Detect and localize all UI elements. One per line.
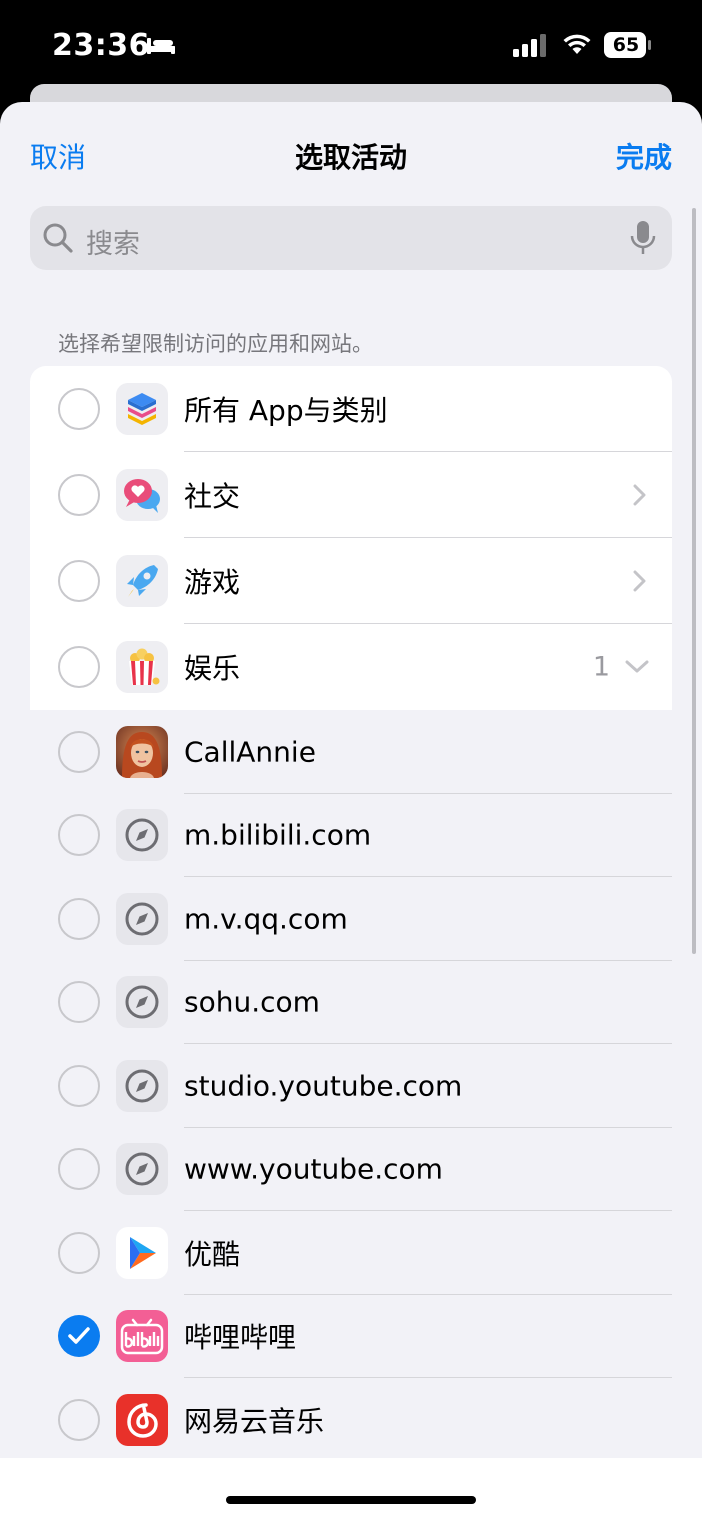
home-indicator-area (0, 1458, 702, 1519)
search-icon (43, 223, 73, 253)
select-radio[interactable] (58, 814, 100, 857)
category-row-entertainment[interactable]: 娱乐 1 (30, 624, 672, 710)
cellular-signal-icon (513, 34, 546, 57)
select-radio[interactable] (58, 1398, 100, 1441)
compass-icon (116, 809, 168, 862)
category-label: 游戏 (184, 566, 241, 599)
select-radio-checked[interactable] (58, 1315, 100, 1358)
youku-icon (116, 1226, 168, 1279)
category-label: 社交 (184, 480, 241, 513)
item-label: sohu.com (184, 985, 320, 1019)
select-radio[interactable] (58, 474, 100, 516)
category-row-games[interactable]: 游戏 (30, 538, 672, 624)
scrollbar[interactable] (692, 208, 696, 954)
status-bar: 23:36 65 (0, 0, 702, 90)
stack-layers-icon (116, 383, 168, 435)
chat-heart-icon (116, 469, 168, 521)
list-item-website[interactable]: m.bilibili.com (30, 793, 672, 877)
item-label: m.bilibili.com (184, 818, 372, 852)
checkmark-icon (68, 1327, 90, 1344)
sleep-bed-icon (147, 38, 175, 54)
select-radio[interactable] (58, 730, 100, 773)
item-label: www.youtube.com (184, 1152, 443, 1186)
item-label: 哔哩哔哩 (184, 1321, 297, 1355)
list-item-website[interactable]: www.youtube.com (30, 1127, 672, 1211)
wifi-icon (563, 34, 591, 54)
navigation-bar: 选取活动 取消 完成 (0, 102, 702, 202)
select-radio[interactable] (58, 560, 100, 602)
category-row-social[interactable]: 社交 (30, 452, 672, 538)
chevron-right-icon (633, 570, 646, 592)
item-label: 优酷 (184, 1237, 241, 1271)
battery-level: 65 (612, 34, 640, 56)
select-radio[interactable] (58, 388, 100, 430)
select-radio[interactable] (58, 981, 100, 1024)
rocket-icon (116, 555, 168, 607)
item-label: m.v.qq.com (184, 902, 348, 936)
list-item-website[interactable]: m.v.qq.com (30, 877, 672, 961)
list-item-bilibili[interactable]: 哔哩哔哩 (30, 1294, 672, 1378)
list-item-callannie[interactable]: CallAnnie (30, 710, 672, 794)
select-radio[interactable] (58, 1064, 100, 1107)
selected-count-badge: 1 (592, 651, 610, 683)
home-indicator[interactable] (226, 1496, 476, 1504)
search-placeholder: 搜索 (86, 229, 140, 260)
compass-icon (116, 976, 168, 1029)
bilibili-icon (116, 1310, 168, 1363)
select-radio[interactable] (58, 897, 100, 940)
callannie-avatar-icon (116, 725, 168, 778)
instruction-text: 选择希望限制访问的应用和网站。 (58, 332, 373, 356)
list-item-netease-music[interactable]: 网易云音乐 (30, 1378, 672, 1462)
netease-music-icon (116, 1393, 168, 1446)
status-time: 23:36 (52, 28, 150, 63)
category-label: 娱乐 (184, 652, 241, 685)
list-item-youku[interactable]: 优酷 (30, 1211, 672, 1295)
item-label: studio.youtube.com (184, 1069, 463, 1103)
popcorn-icon (116, 641, 168, 693)
item-label: CallAnnie (184, 735, 316, 769)
list-item-website[interactable]: sohu.com (30, 960, 672, 1044)
select-radio[interactable] (58, 646, 100, 688)
chevron-right-icon (633, 484, 646, 506)
list-item-website[interactable]: studio.youtube.com (30, 1044, 672, 1128)
item-label: 网易云音乐 (184, 1404, 325, 1438)
done-button[interactable]: 完成 (616, 136, 672, 176)
page-title: 选取活动 (294, 141, 407, 174)
activity-list: 所有 App与类别 社交 游戏 娱乐 1 CallAnnie m.bilibil… (30, 366, 672, 1462)
category-row-all-apps[interactable]: 所有 App与类别 (30, 366, 672, 452)
select-radio[interactable] (58, 1148, 100, 1191)
microphone-icon[interactable] (630, 220, 656, 256)
select-radio[interactable] (58, 1231, 100, 1274)
chevron-down-icon[interactable] (624, 659, 650, 675)
activity-picker-sheet: 选取活动 取消 完成 搜索 选择希望限制访问的应用和网站。 所有 App与类别 … (0, 102, 702, 1519)
category-label: 所有 App与类别 (184, 394, 388, 427)
compass-icon (116, 892, 168, 945)
compass-icon (116, 1059, 168, 1112)
compass-icon (116, 1143, 168, 1196)
cancel-button[interactable]: 取消 (30, 136, 86, 176)
search-input[interactable]: 搜索 (30, 206, 672, 270)
